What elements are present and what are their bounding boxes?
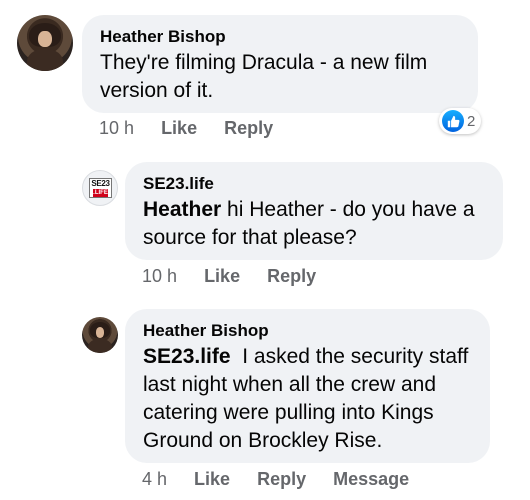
avatar[interactable] [17,15,73,71]
comment-text: SE23.life I asked the security staff las… [143,343,472,455]
reaction-summary[interactable]: 2 [439,108,482,134]
comment-bubble: Heather Bishop They're filming Dracula -… [82,15,478,113]
comment-3: Heather Bishop SE23.life I asked the sec… [0,295,530,500]
reaction-count: 2 [467,112,476,130]
comment-timestamp[interactable]: 4 h [142,468,167,490]
like-button[interactable]: Like [204,265,240,287]
reply-button[interactable]: Reply [267,265,316,287]
comment-actions: 10 h Like Reply [142,265,316,287]
like-icon [442,110,464,132]
comment-actions: 4 h Like Reply Message [142,468,409,490]
like-button[interactable]: Like [194,468,230,490]
comment-timestamp[interactable]: 10 h [99,117,134,139]
comment-1: Heather Bishop They're filming Dracula -… [0,0,530,150]
reply-button[interactable]: Reply [257,468,306,490]
message-button[interactable]: Message [333,468,409,490]
reply-button[interactable]: Reply [224,117,273,139]
comment-bubble: Heather Bishop SE23.life I asked the sec… [125,309,490,463]
comment-author[interactable]: Heather Bishop [143,321,472,341]
comment-author[interactable]: Heather Bishop [100,27,460,47]
comment-text: They're filming Dracula - a new film ver… [100,51,428,102]
mention-tag[interactable]: Heather [143,198,221,221]
comment-bubble: SE23.life Heather hi Heather - do you ha… [125,162,503,260]
mention-tag[interactable]: SE23.life [143,345,231,368]
comment-actions: 10 h Like Reply [99,117,273,139]
comment-timestamp[interactable]: 10 h [142,265,177,287]
page-logo-avatar[interactable]: SE23 .LIFE [82,170,118,206]
comment-author[interactable]: SE23.life [143,174,485,194]
like-button[interactable]: Like [161,117,197,139]
comment-text: Heather hi Heather - do you have a sourc… [143,196,485,252]
logo-subtext: .LIFE [93,189,108,197]
logo-text: SE23 [91,179,110,188]
avatar[interactable] [82,317,118,353]
comment-2: SE23 .LIFE SE23.life Heather hi Heather … [0,150,530,295]
